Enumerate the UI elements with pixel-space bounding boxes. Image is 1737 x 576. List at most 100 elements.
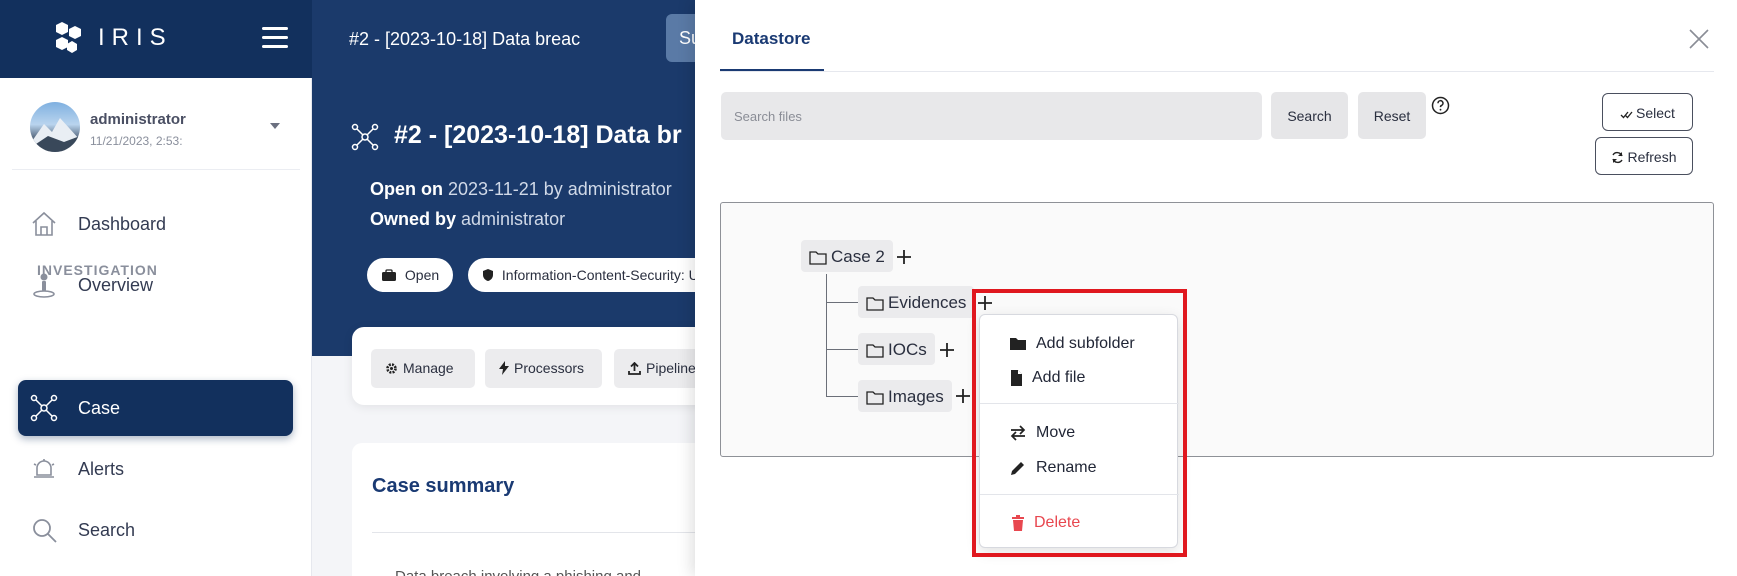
folder-solid-icon <box>1010 338 1026 350</box>
case-network-icon <box>351 123 379 151</box>
menu-item-move[interactable]: Move <box>980 418 1179 450</box>
divider <box>980 494 1179 495</box>
tree-folder-label: Case 2 <box>831 247 885 266</box>
menu-item-label: Add subfolder <box>1036 335 1135 352</box>
menu-item-rename[interactable]: Rename <box>980 453 1179 485</box>
tree-folder-label: Evidences <box>888 293 967 312</box>
tree-folder-root[interactable]: Case 2 <box>801 240 893 272</box>
processors-button[interactable]: Processors <box>485 349 602 388</box>
sidebar-item-dashboard[interactable]: Dashboard <box>18 196 293 252</box>
divider <box>372 532 732 533</box>
tree-connector <box>826 349 858 350</box>
trash-icon <box>1012 515 1024 531</box>
status-badge-label: Open <box>404 267 440 283</box>
status-badge[interactable]: Open <box>367 258 454 292</box>
sidebar-item-case[interactable]: Case <box>18 380 293 436</box>
refresh-button-label: Refresh <box>1627 149 1677 165</box>
sidebar-item-label: Overview <box>78 275 154 295</box>
user-menu-caret-icon[interactable] <box>270 123 280 129</box>
tree-connector <box>826 396 858 397</box>
tree-connector <box>826 302 858 303</box>
search-files-input[interactable] <box>721 92 1262 140</box>
case-summary-card <box>352 443 752 576</box>
manage-button[interactable]: Manage <box>371 349 475 388</box>
add-icon[interactable] <box>976 294 994 312</box>
tab-datastore[interactable]: Datastore <box>732 29 810 49</box>
avatar <box>30 102 80 152</box>
move-arrows-icon <box>1010 425 1026 441</box>
folder-icon <box>809 251 827 265</box>
double-check-icon <box>1620 111 1633 119</box>
user-block[interactable]: administrator 11/21/2023, 2:53: <box>12 78 300 170</box>
add-icon[interactable] <box>938 341 956 359</box>
sidebar-item-label: Alerts <box>78 459 125 479</box>
divider <box>980 403 1179 404</box>
tree-folder-images[interactable]: Images <box>858 380 952 412</box>
folder-icon <box>866 391 884 405</box>
app-logo-text[interactable]: IRIS <box>98 24 173 52</box>
refresh-button[interactable]: Refresh <box>1595 137 1693 175</box>
manage-button-label: Manage <box>403 360 454 376</box>
add-icon[interactable] <box>895 248 913 266</box>
case-open-on: Open on 2023-11-21 by administrator <box>370 179 672 200</box>
bolt-icon <box>499 361 509 375</box>
sidebar-item-search[interactable]: Search <box>18 502 293 558</box>
briefcase-icon <box>382 269 396 281</box>
add-icon[interactable] <box>954 387 972 405</box>
close-icon[interactable] <box>1688 28 1710 50</box>
pipelines-button[interactable]: Pipeline <box>614 349 695 388</box>
menu-item-add-subfolder[interactable]: Add subfolder <box>980 329 1179 361</box>
pencil-icon <box>1011 462 1024 475</box>
menu-item-label: Add file <box>1032 369 1086 386</box>
tree-folder-iocs[interactable]: IOCs <box>858 333 935 365</box>
search-button[interactable]: Search <box>1271 92 1348 139</box>
open-on-value: 2023-11-21 by administrator <box>448 179 672 199</box>
case-network-icon <box>30 394 58 422</box>
case-summary-text: Data breach involving a phishing and <box>395 568 641 576</box>
tree-folder-label: IOCs <box>888 340 927 359</box>
search-icon <box>33 519 57 543</box>
reset-button[interactable]: Reset <box>1358 92 1426 139</box>
page-title: #2 - [2023-10-18] Data br <box>394 121 682 149</box>
sidebar-item-alerts[interactable]: Alerts <box>18 441 293 497</box>
classification-badge-label: Information-Content-Security: U <box>501 267 696 283</box>
sidebar-item-label: Search <box>78 520 136 540</box>
case-owned-by: Owned by administrator <box>370 209 565 230</box>
iris-logo-icon[interactable] <box>50 20 86 56</box>
menu-item-add-file[interactable]: Add file <box>980 363 1179 395</box>
top-case-title: #2 - [2023-10-18] Data breac <box>349 29 581 49</box>
folder-icon <box>866 297 884 311</box>
processors-button-label: Processors <box>514 360 585 376</box>
menu-item-label: Move <box>1036 424 1076 441</box>
user-timestamp: 11/21/2023, 2:53: <box>90 134 183 148</box>
folder-context-menu: Add subfolder Add file Move Rename Delet… <box>979 314 1179 548</box>
pipelines-button-label: Pipeline <box>646 360 695 376</box>
home-icon <box>32 211 56 236</box>
select-button[interactable]: Select <box>1602 93 1693 131</box>
tree-folder-evidences[interactable]: Evidences <box>858 286 975 318</box>
brand-area: IRIS <box>0 0 312 78</box>
owned-by-label: Owned by <box>370 209 457 229</box>
user-name: administrator <box>90 111 186 128</box>
sidebar-item-label: Case <box>78 398 121 418</box>
select-button-label: Select <box>1636 105 1675 121</box>
sidebar-item-label: Dashboard <box>78 214 167 234</box>
hamburger-menu-icon[interactable] <box>262 27 288 49</box>
gear-icon <box>386 363 397 374</box>
menu-item-label: Rename <box>1036 459 1097 476</box>
help-icon[interactable] <box>1431 96 1450 115</box>
classification-badge[interactable]: Information-Content-Security: U <box>468 258 696 292</box>
divider <box>720 71 1714 72</box>
folder-icon <box>866 344 884 358</box>
tree-connector <box>826 274 827 397</box>
open-on-label: Open on <box>370 179 443 199</box>
menu-item-label: Delete <box>1034 514 1081 531</box>
shield-icon <box>483 269 493 281</box>
case-summary-title: Case summary <box>372 475 515 497</box>
refresh-icon <box>1612 151 1624 164</box>
menu-item-delete[interactable]: Delete <box>980 508 1179 540</box>
sidebar-section-investigation: INVESTIGATION <box>37 262 158 278</box>
owned-by-value: administrator <box>461 209 566 229</box>
tree-folder-label: Images <box>888 387 944 406</box>
alerts-icon <box>33 459 55 478</box>
